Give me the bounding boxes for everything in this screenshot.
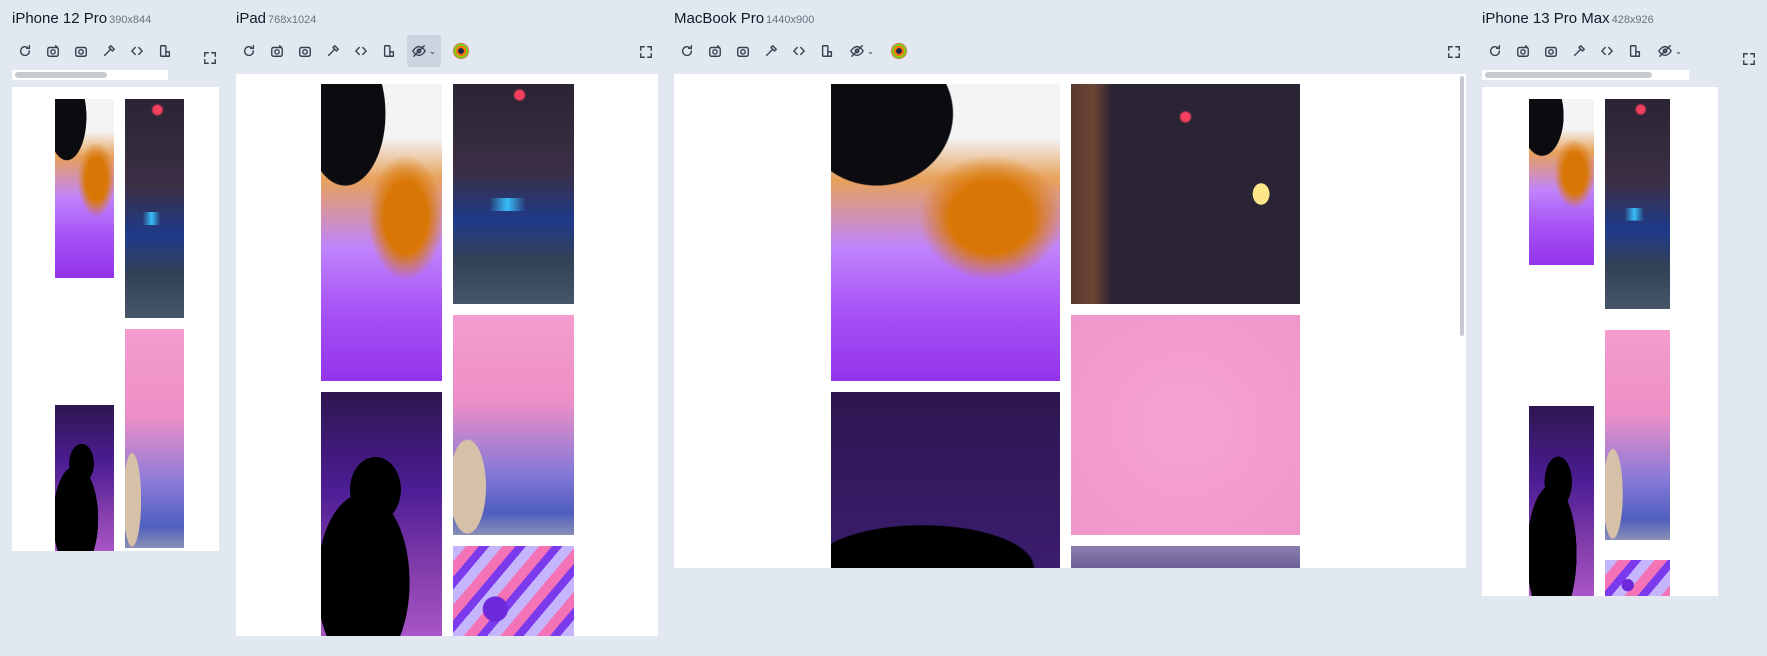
camera-icon[interactable] bbox=[71, 41, 91, 61]
gallery-image-pink[interactable] bbox=[1605, 330, 1670, 540]
device-name: iPad bbox=[236, 10, 267, 27]
refresh-icon[interactable] bbox=[15, 41, 35, 61]
camera-icon[interactable] bbox=[1541, 41, 1561, 61]
refresh-icon[interactable] bbox=[1485, 41, 1505, 61]
eyedropper-icon[interactable] bbox=[99, 41, 119, 61]
horizontal-scrollbar[interactable] bbox=[1482, 70, 1689, 80]
gallery-image-silhouette[interactable] bbox=[831, 392, 1060, 568]
camera-icon[interactable] bbox=[733, 41, 753, 61]
hide-icon[interactable]: ⌄ bbox=[407, 35, 441, 67]
device-viewport bbox=[12, 87, 219, 551]
gallery-image-face[interactable] bbox=[1529, 99, 1594, 265]
refresh-icon[interactable] bbox=[239, 41, 259, 61]
screenshot-full-icon[interactable] bbox=[705, 41, 725, 61]
code-icon[interactable] bbox=[127, 41, 147, 61]
hide-icon[interactable]: ⌄ bbox=[1653, 41, 1687, 61]
gallery-image-face[interactable] bbox=[55, 99, 114, 278]
expand-icon[interactable] bbox=[1739, 49, 1759, 69]
rotate-device-icon[interactable] bbox=[817, 41, 837, 61]
gallery-image-pink[interactable] bbox=[1071, 315, 1300, 535]
eyedropper-icon[interactable] bbox=[323, 41, 343, 61]
device-size: 428x926 bbox=[1611, 14, 1654, 26]
rotate-device-icon[interactable] bbox=[379, 41, 399, 61]
gallery-image-face[interactable] bbox=[321, 84, 442, 381]
gallery-image-alley[interactable] bbox=[125, 99, 184, 318]
device-viewport bbox=[674, 74, 1466, 568]
eyedropper-icon[interactable] bbox=[1569, 41, 1589, 61]
device-name: iPhone 12 Pro bbox=[12, 10, 108, 27]
device-toolbar bbox=[15, 40, 183, 62]
gallery-image-silhouette[interactable] bbox=[1529, 406, 1594, 596]
gallery-image-tube[interactable] bbox=[1071, 546, 1300, 568]
device-toolbar: ⌄ bbox=[677, 40, 915, 62]
device-toolbar: ⌄ bbox=[239, 35, 477, 67]
hide-icon[interactable]: ⌄ bbox=[845, 41, 879, 61]
gallery-image-pink[interactable] bbox=[125, 329, 184, 548]
refresh-icon[interactable] bbox=[677, 41, 697, 61]
rotate-device-icon[interactable] bbox=[155, 41, 175, 61]
device-size: 1440x900 bbox=[766, 14, 815, 26]
color-picker-icon[interactable] bbox=[891, 43, 907, 59]
gallery-image-tube[interactable] bbox=[453, 546, 574, 636]
color-picker-icon[interactable] bbox=[453, 43, 469, 59]
scrollbar-thumb[interactable] bbox=[1460, 76, 1464, 336]
expand-icon[interactable] bbox=[1444, 42, 1464, 62]
chevron-down-icon: ⌄ bbox=[866, 45, 875, 56]
expand-icon[interactable] bbox=[200, 48, 220, 68]
gallery-image-alley[interactable] bbox=[1071, 84, 1300, 304]
gallery-image-alley[interactable] bbox=[453, 84, 574, 304]
device-header: iPhone 13 Pro Max 428x926 bbox=[1482, 10, 1654, 28]
gallery-image-silhouette[interactable] bbox=[321, 392, 442, 636]
eyedropper-icon[interactable] bbox=[761, 41, 781, 61]
expand-icon[interactable] bbox=[636, 42, 656, 62]
gallery-image-tube[interactable] bbox=[1605, 560, 1670, 596]
device-size: 768x1024 bbox=[268, 14, 317, 26]
rotate-device-icon[interactable] bbox=[1625, 41, 1645, 61]
device-viewport bbox=[236, 74, 658, 636]
scrollbar-thumb[interactable] bbox=[1485, 72, 1652, 78]
screenshot-full-icon[interactable] bbox=[1513, 41, 1533, 61]
scrollbar-thumb[interactable] bbox=[15, 72, 107, 78]
device-header: iPad 768x1024 bbox=[236, 10, 316, 28]
device-size: 390x844 bbox=[109, 14, 152, 26]
vertical-scrollbar[interactable] bbox=[1458, 74, 1466, 568]
code-icon[interactable] bbox=[789, 41, 809, 61]
device-viewport bbox=[1482, 87, 1718, 596]
gallery-image-face[interactable] bbox=[831, 84, 1060, 381]
horizontal-scrollbar[interactable] bbox=[12, 70, 168, 80]
chevron-down-icon: ⌄ bbox=[428, 45, 437, 56]
gallery-image-pink[interactable] bbox=[453, 315, 574, 535]
gallery-image-silhouette[interactable] bbox=[55, 405, 114, 551]
screenshot-full-icon[interactable] bbox=[43, 41, 63, 61]
screenshot-full-icon[interactable] bbox=[267, 41, 287, 61]
device-toolbar: ⌄ bbox=[1485, 40, 1695, 62]
chevron-down-icon: ⌄ bbox=[1674, 45, 1683, 56]
device-name: MacBook Pro bbox=[674, 10, 765, 27]
code-icon[interactable] bbox=[1597, 41, 1617, 61]
code-icon[interactable] bbox=[351, 41, 371, 61]
device-header: iPhone 12 Pro 390x844 bbox=[12, 10, 151, 28]
gallery-image-alley[interactable] bbox=[1605, 99, 1670, 309]
device-header: MacBook Pro 1440x900 bbox=[674, 10, 814, 28]
camera-icon[interactable] bbox=[295, 41, 315, 61]
device-name: iPhone 13 Pro Max bbox=[1482, 10, 1610, 27]
